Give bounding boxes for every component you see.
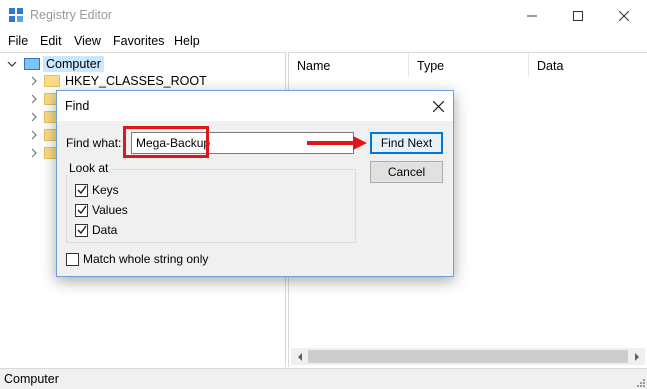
values-checkbox-row[interactable]: Values (75, 203, 128, 217)
data-checkbox-row[interactable]: Data (75, 223, 117, 237)
minimize-icon (527, 15, 537, 16)
match-whole-label: Match whole string only (83, 252, 209, 266)
checkmark-icon (77, 225, 87, 235)
column-header-name[interactable]: Name (289, 53, 409, 77)
keys-checkbox[interactable] (75, 183, 88, 197)
title-bar: Registry Editor (0, 0, 647, 31)
chevron-down-icon[interactable] (6, 58, 18, 70)
resize-grip-icon[interactable] (635, 377, 645, 387)
tree-item-label: Computer (43, 56, 104, 72)
tree-item-label: HKEY_CLASSES_ROOT (65, 74, 207, 88)
checkmark-icon (77, 185, 87, 195)
horizontal-scrollbar[interactable] (291, 348, 645, 365)
menu-bar: File Edit View Favorites Help (0, 31, 647, 51)
match-whole-checkbox[interactable] (66, 252, 79, 266)
close-icon (619, 10, 629, 21)
close-button[interactable] (601, 0, 647, 31)
chevron-right-icon[interactable] (28, 75, 40, 87)
data-checkbox[interactable] (75, 223, 88, 237)
annotation-arrow-icon (307, 136, 367, 150)
chevron-right-icon[interactable] (28, 129, 40, 141)
annotation-highlight-box (123, 126, 209, 158)
column-header-type[interactable]: Type (409, 53, 529, 77)
close-icon (432, 100, 444, 112)
folder-icon (44, 75, 60, 87)
minimize-button[interactable] (509, 0, 555, 31)
chevron-right-icon[interactable] (28, 93, 40, 105)
scroll-left-icon[interactable] (292, 350, 307, 363)
tree-item-hkey-classes-root[interactable]: HKEY_CLASSES_ROOT (28, 72, 207, 90)
menu-view[interactable]: View (74, 34, 101, 48)
cancel-button[interactable]: Cancel (370, 161, 443, 183)
chevron-right-icon[interactable] (28, 147, 40, 159)
values-checkbox[interactable] (75, 203, 88, 217)
find-dialog: Find Find what: Mega-Backup Find Next Ca… (56, 90, 454, 277)
menu-help[interactable]: Help (174, 34, 200, 48)
match-whole-checkbox-row[interactable]: Match whole string only (66, 252, 208, 266)
data-label: Data (92, 223, 118, 237)
computer-icon (24, 58, 40, 70)
find-next-button[interactable]: Find Next (370, 132, 443, 154)
keys-label: Keys (92, 183, 119, 197)
chevron-right-icon[interactable] (28, 111, 40, 123)
menu-file[interactable]: File (8, 34, 28, 48)
find-what-label: Find what: (66, 136, 122, 150)
menu-edit[interactable]: Edit (40, 34, 62, 48)
dialog-close-button[interactable] (429, 97, 447, 115)
window-title: Registry Editor (30, 8, 112, 22)
dialog-title: Find (65, 99, 90, 113)
status-path: Computer (4, 372, 59, 386)
checkmark-icon (77, 205, 87, 215)
registry-editor-icon (9, 8, 23, 22)
keys-checkbox-row[interactable]: Keys (75, 183, 119, 197)
look-at-label: Look at (66, 161, 112, 175)
maximize-icon (573, 10, 583, 21)
column-header-data[interactable]: Data (529, 53, 647, 77)
scrollbar-thumb[interactable] (308, 350, 628, 363)
status-bar: Computer (0, 368, 647, 389)
tree-item-computer[interactable]: Computer (6, 55, 104, 73)
menu-favorites[interactable]: Favorites (113, 34, 164, 48)
maximize-button[interactable] (555, 0, 601, 31)
dialog-title-bar: Find (57, 91, 453, 121)
values-label: Values (92, 203, 128, 217)
scroll-right-icon[interactable] (629, 350, 644, 363)
